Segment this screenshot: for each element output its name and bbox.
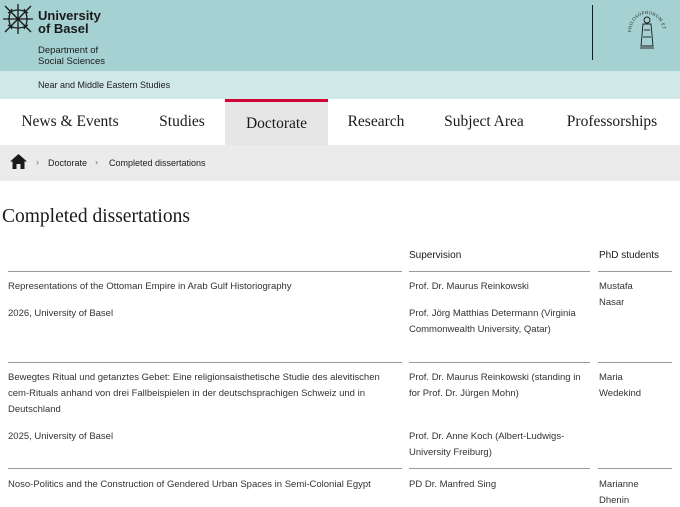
nav-professorships[interactable]: Professorships — [544, 99, 680, 145]
supervisor: Prof. Dr. Maurus Reinkowski — [409, 281, 529, 292]
university-name[interactable]: University of Basel — [38, 9, 101, 35]
svg-text:PHILOSOPHORUM ET HISTORICORUM: PHILOSOPHORUM ET HISTORICORUM ORDO — [626, 6, 667, 32]
dissertation-year: 2026, University of Basel — [8, 308, 114, 319]
breadcrumb-doctorate[interactable]: Doctorate — [48, 158, 87, 168]
divider — [409, 468, 590, 469]
nav-news-events[interactable]: News & Events — [0, 99, 140, 145]
site-header: University of Basel Department of Social… — [0, 0, 680, 71]
phd-student: Marianne Dhenin — [599, 479, 639, 506]
chevron-right-icon: › — [36, 157, 39, 167]
supervisor: Prof. Dr. Anne Koch (Albert-Ludwigs-Univ… — [409, 431, 565, 458]
divider — [8, 468, 402, 469]
nav-subject-area[interactable]: Subject Area — [424, 99, 544, 145]
column-header-students: PhD students — [599, 250, 660, 261]
breadcrumb-current: Completed dissertations — [109, 158, 206, 168]
institute-name[interactable]: Near and Middle Eastern Studies — [38, 80, 170, 90]
supervisor: Prof. Jörg Matthias Determann (Virginia … — [409, 308, 576, 335]
nav-studies[interactable]: Studies — [140, 99, 224, 145]
supervisor: PD Dr. Manfred Sing — [409, 479, 497, 490]
supervisor: Prof. Dr. Maurus Reinkowski (standing in… — [409, 372, 581, 399]
divider — [598, 362, 672, 363]
main-navigation: News & Events Studies Doctorate Research… — [0, 99, 680, 145]
divider — [409, 362, 590, 363]
divider — [598, 271, 672, 272]
phd-student: Mustafa Nasar — [599, 281, 633, 308]
home-icon[interactable] — [10, 154, 27, 169]
phd-student: Maria Wedekind — [599, 372, 642, 399]
divider — [8, 271, 402, 272]
seal-icon: PHILOSOPHORUM ET HISTORICORUM ORDO — [626, 6, 667, 49]
breadcrumb: › Doctorate › Completed dissertations — [0, 145, 680, 181]
header-divider — [592, 5, 593, 60]
dissertation-title: Representations of the Ottoman Empire in… — [8, 281, 292, 292]
nav-doctorate[interactable]: Doctorate — [225, 99, 328, 145]
dissertation-year: 2025, University of Basel — [8, 431, 114, 442]
divider — [598, 468, 672, 469]
divider — [409, 271, 590, 272]
department-name[interactable]: Department of Social Sciences — [38, 45, 105, 67]
page-title: Completed dissertations — [2, 206, 190, 227]
nav-research[interactable]: Research — [328, 99, 424, 145]
institute-bar: Near and Middle Eastern Studies — [0, 71, 680, 99]
column-header-supervision: Supervision — [409, 250, 462, 261]
chevron-right-icon: › — [95, 157, 98, 167]
dissertation-title: Noso-Politics and the Construction of Ge… — [8, 479, 371, 490]
university-logo-icon[interactable] — [2, 3, 34, 35]
dissertation-title: Bewegtes Ritual und getanztes Gebet: Ein… — [8, 372, 380, 415]
divider — [8, 362, 402, 363]
